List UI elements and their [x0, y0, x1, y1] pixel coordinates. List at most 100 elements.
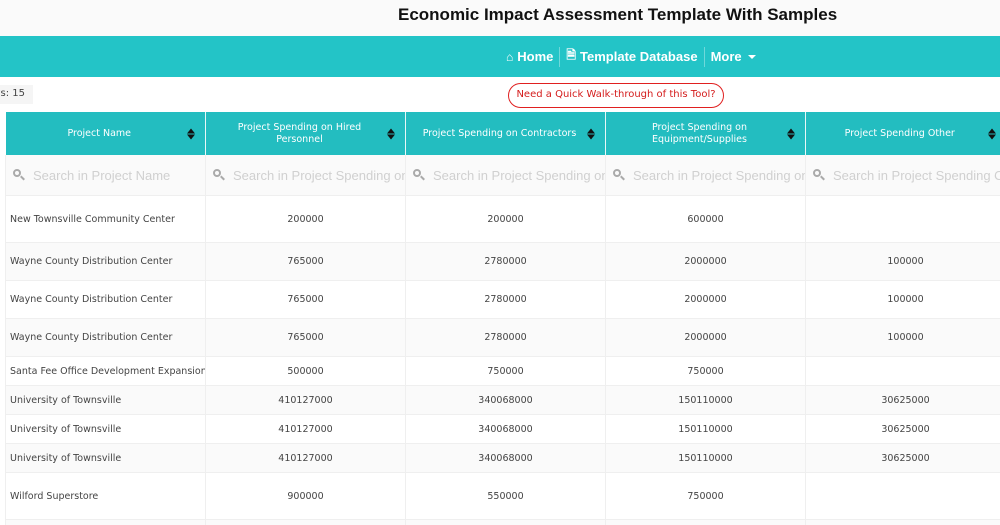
table-row[interactable]: New Townsville Community Center 200000 2…: [5, 195, 1000, 243]
cell-contractors: 2780000: [405, 280, 606, 319]
cell-hired-personnel: 765000: [205, 280, 406, 319]
search-icon: [612, 168, 626, 182]
rows-count: Rows: 15: [0, 85, 33, 104]
column-header-label: Project Spending on Equipment/Supplies: [651, 121, 748, 145]
cell-hired-personnel: 410127000: [205, 414, 406, 444]
cell-equipment-supplies: 750000: [605, 472, 806, 520]
search-icon: [12, 168, 26, 182]
data-table-container: Project Name Project Spending on Hired P…: [5, 112, 1000, 525]
table-header-row: Project Name Project Spending on Hired P…: [5, 112, 1000, 155]
table-search-row: [5, 155, 1000, 196]
cell-other: 100000: [805, 242, 1000, 281]
column-header-other[interactable]: Project Spending Other: [805, 112, 1000, 155]
cell-project-name: [5, 519, 206, 525]
cell-equipment-supplies: 2000000: [605, 280, 806, 319]
nav-home[interactable]: ⌂ Home: [500, 47, 559, 67]
cell-hired-personnel: [205, 519, 406, 525]
cell-hired-personnel: 410127000: [205, 443, 406, 473]
search-cell: [405, 155, 606, 196]
cell-hired-personnel: 500000: [205, 356, 406, 386]
navbar: ⌂ Home 🗎 Template Database More: [0, 36, 1000, 77]
sort-icon[interactable]: [187, 128, 195, 139]
search-cell: [805, 155, 1000, 196]
cell-other: 30625000: [805, 385, 1000, 415]
data-table: Project Name Project Spending on Hired P…: [5, 112, 1000, 525]
cell-project-name: Santa Fee Office Development Expansion: [5, 356, 206, 386]
search-cell: [205, 155, 406, 196]
cell-equipment-supplies: 2000000: [605, 242, 806, 281]
cell-equipment-supplies: 150110000: [605, 414, 806, 444]
cell-equipment-supplies: [605, 519, 806, 525]
search-input-contractors[interactable]: [433, 167, 605, 183]
search-input-equipment-supplies[interactable]: [633, 167, 805, 183]
column-header-project-name[interactable]: Project Name: [5, 112, 206, 155]
cell-project-name: New Townsville Community Center: [5, 195, 206, 243]
column-header-label: Project Spending on Contractors: [422, 127, 577, 139]
nav-more-dropdown[interactable]: More: [705, 47, 762, 67]
walkthrough-button[interactable]: Need a Quick Walk-through of this Tool?: [508, 83, 724, 108]
table-row[interactable]: Wayne County Distribution Center 765000 …: [5, 318, 1000, 357]
search-icon: [412, 168, 426, 182]
cell-equipment-supplies: 600000: [605, 195, 806, 243]
cell-other: 30625000: [805, 414, 1000, 444]
search-input-hired-personnel[interactable]: [233, 167, 405, 183]
cell-contractors: [405, 519, 606, 525]
cell-other: 100000: [805, 280, 1000, 319]
table-row[interactable]: Wayne County Distribution Center 765000 …: [5, 242, 1000, 281]
cell-contractors: 2780000: [405, 318, 606, 357]
caret-down-icon: [747, 54, 756, 59]
cell-project-name: Wayne County Distribution Center: [5, 242, 206, 281]
nav-template-database[interactable]: 🗎 Template Database: [560, 47, 703, 67]
cell-hired-personnel: 200000: [205, 195, 406, 243]
table-row[interactable]: University of Townsville 410127000 34006…: [5, 443, 1000, 473]
column-header-hired-personnel[interactable]: Project Spending on Hired Personnel: [205, 112, 406, 155]
table-row[interactable]: University of Townsville 410127000 34006…: [5, 414, 1000, 444]
cell-equipment-supplies: 150110000: [605, 385, 806, 415]
page-title: Economic Impact Assessment Template With…: [398, 5, 838, 24]
table-row[interactable]: Santa Fee Office Development Expansion 5…: [5, 356, 1000, 386]
cell-project-name: University of Townsville: [5, 385, 206, 415]
search-input-other[interactable]: [833, 167, 1000, 183]
cell-equipment-supplies: 150110000: [605, 443, 806, 473]
cell-project-name: University of Townsville: [5, 443, 206, 473]
column-header-label: Project Spending Other: [844, 127, 955, 139]
table-row[interactable]: University of Townsville 410127000 34006…: [5, 385, 1000, 415]
cell-contractors: 550000: [405, 472, 606, 520]
table-row[interactable]: Wayne County Distribution Center 765000 …: [5, 280, 1000, 319]
sort-icon[interactable]: [987, 128, 996, 139]
cell-other: [805, 195, 1000, 243]
table-row[interactable]: Wilford Superstore 900000 550000 750000: [5, 472, 1000, 520]
column-header-label: Project Name: [67, 127, 132, 139]
search-cell: [605, 155, 806, 196]
column-header-contractors[interactable]: Project Spending on Contractors: [405, 112, 606, 155]
sort-icon[interactable]: [387, 128, 395, 139]
cell-contractors: 750000: [405, 356, 606, 386]
cell-contractors: 340068000: [405, 414, 606, 444]
cell-equipment-supplies: 2000000: [605, 318, 806, 357]
home-icon: ⌂: [506, 49, 514, 64]
title-bar: Economic Impact Assessment Template With…: [0, 0, 1000, 36]
rows-count-label: Rows: 15: [0, 88, 25, 99]
cell-contractors: 340068000: [405, 443, 606, 473]
cell-contractors: 2780000: [405, 242, 606, 281]
sort-icon[interactable]: [787, 128, 795, 139]
cell-project-name: Wayne County Distribution Center: [5, 280, 206, 319]
cell-project-name: Wilford Superstore: [5, 472, 206, 520]
nav-items: ⌂ Home 🗎 Template Database More: [500, 36, 762, 77]
cell-project-name: Wayne County Distribution Center: [5, 318, 206, 357]
search-cell: [5, 155, 206, 196]
cell-other: 100000: [805, 318, 1000, 357]
document-icon: 🗎: [566, 48, 577, 62]
cell-hired-personnel: 410127000: [205, 385, 406, 415]
nav-home-label: Home: [517, 49, 554, 64]
search-input-project-name[interactable]: [33, 167, 205, 183]
sort-icon[interactable]: [587, 128, 595, 139]
cell-hired-personnel: 765000: [205, 318, 406, 357]
search-icon: [212, 168, 226, 182]
cell-equipment-supplies: 750000: [605, 356, 806, 386]
column-header-equipment-supplies[interactable]: Project Spending on Equipment/Supplies: [605, 112, 806, 155]
cell-other: [805, 356, 1000, 386]
table-row[interactable]: [5, 519, 1000, 525]
cell-other: [805, 519, 1000, 525]
cell-other: [805, 472, 1000, 520]
